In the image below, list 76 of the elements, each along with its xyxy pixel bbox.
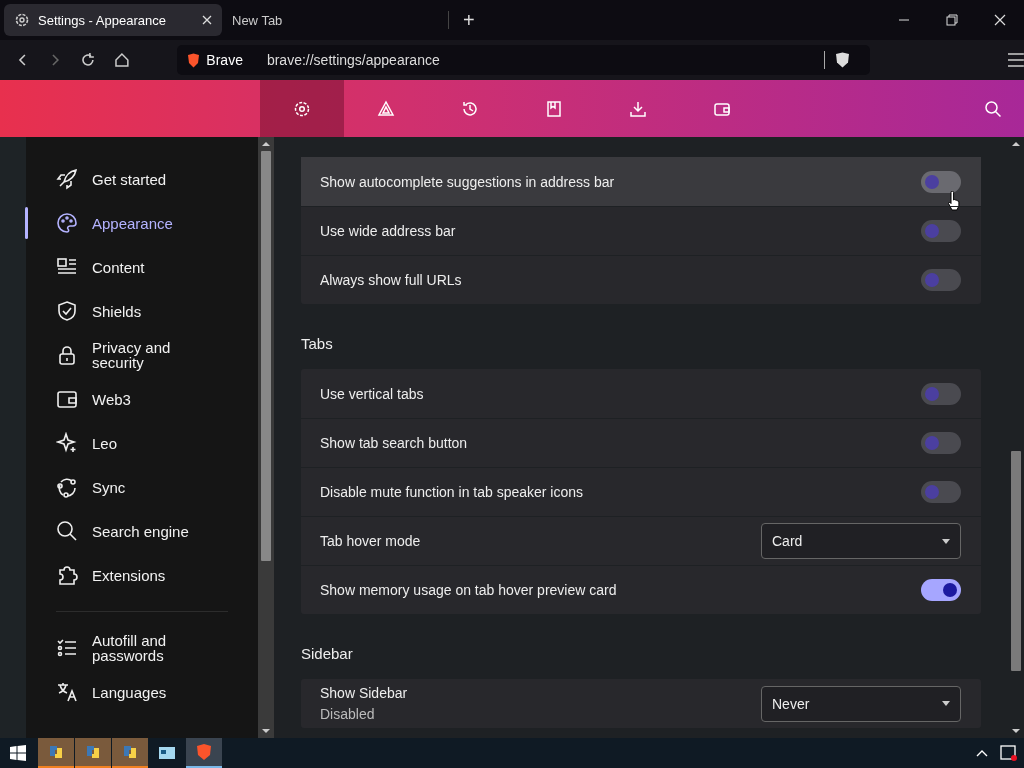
new-tab-button[interactable]: + <box>457 8 481 32</box>
dropdown[interactable]: Card <box>761 523 961 559</box>
setting-label: Show memory usage on tab hover preview card <box>320 582 618 598</box>
scrollbar-thumb[interactable] <box>1011 451 1021 671</box>
sidebar-item[interactable]: Shields <box>26 289 258 333</box>
toggle-switch[interactable] <box>921 579 961 601</box>
settings-row[interactable]: Show tab search button <box>301 418 981 467</box>
search-icon[interactable] <box>984 99 1002 118</box>
section-heading: Sidebar <box>301 645 354 662</box>
wallet-icon <box>56 388 78 410</box>
sidebar-item[interactable]: Languages <box>26 670 258 714</box>
puzzle-icon <box>56 564 78 586</box>
settings-row[interactable]: Disable mute function in tab speaker icons <box>301 467 981 516</box>
caret-icon <box>942 701 950 706</box>
address-bar[interactable]: Brave brave://settings/appearance <box>177 45 871 75</box>
translate-icon <box>56 681 78 703</box>
reload-icon[interactable] <box>79 52 96 68</box>
setting-label: Always show full URLs <box>320 272 463 288</box>
shield-icon[interactable] <box>835 52 851 68</box>
browser-tab[interactable]: New Tab <box>222 4 440 36</box>
setting-label: Use vertical tabs <box>320 385 425 402</box>
settings-row[interactable]: Use vertical tabs <box>301 369 981 418</box>
scrollbar-thumb[interactable] <box>261 151 271 561</box>
sidebar-item[interactable]: Autofill and passwords <box>26 626 258 670</box>
setting-label: Use wide address bar <box>320 223 457 239</box>
sparkle-icon <box>56 432 78 454</box>
section-heading: Tabs <box>301 335 334 352</box>
sidebar-item[interactable]: Web3 <box>26 377 258 421</box>
settings-row[interactable]: Use wide address bar <box>301 206 981 255</box>
windows-icon[interactable] <box>10 745 26 761</box>
toggle-switch[interactable] <box>921 220 961 242</box>
sidebar-item[interactable]: Extensions <box>26 553 258 597</box>
sidebar-item[interactable]: Search engine <box>26 509 258 553</box>
toggle-switch[interactable] <box>921 432 961 454</box>
restore-icon[interactable] <box>946 14 958 26</box>
sync-icon <box>56 476 78 498</box>
sidebar-item[interactable]: Privacy and security <box>26 333 258 377</box>
toggle-switch[interactable] <box>921 170 961 193</box>
settings-row[interactable]: Show Sidebar Disabled Never <box>301 679 981 728</box>
sidebar-item[interactable]: Get started <box>26 157 258 201</box>
browser-tab[interactable]: Settings - Appearance <box>4 4 222 36</box>
gear-icon <box>14 12 30 28</box>
settings-row[interactable]: Always show full URLs <box>301 255 981 304</box>
sidebar-item[interactable]: Sync <box>26 465 258 509</box>
toggle-switch[interactable] <box>921 382 961 405</box>
lock-icon <box>56 344 78 366</box>
setting-label: Tab hover mode <box>320 533 422 549</box>
toggle-switch[interactable] <box>921 269 961 291</box>
setting-label: Show autocomplete suggestions in address bar <box>320 173 616 190</box>
hand-cursor-icon <box>947 191 961 211</box>
close-icon[interactable] <box>994 14 1006 26</box>
palette-icon <box>56 212 78 234</box>
scrollbar[interactable] <box>258 137 274 738</box>
toggle-switch[interactable] <box>921 481 961 503</box>
shield-icon <box>56 300 78 322</box>
notification-icon[interactable] <box>1000 744 1018 762</box>
sidebar-item[interactable]: Content <box>26 245 258 289</box>
caret-icon <box>942 538 950 544</box>
home-icon[interactable] <box>113 52 130 68</box>
setting-label: Show Sidebar <box>320 685 409 701</box>
sidebar-item[interactable]: Appearance <box>26 201 258 245</box>
sidebar-item[interactable]: Leo <box>26 421 258 465</box>
setting-label: Disable mute function in tab speaker icons <box>320 484 585 500</box>
url-text: brave://settings/appearance <box>266 52 440 68</box>
rocket-icon <box>56 168 78 190</box>
setting-description: Disabled <box>320 706 376 722</box>
settings-row[interactable]: Tab hover mode Card <box>301 516 981 565</box>
checklist-icon <box>56 637 78 659</box>
settings-row[interactable]: Show memory usage on tab hover preview card <box>301 565 981 614</box>
close-tab-icon[interactable] <box>202 15 212 25</box>
dropdown[interactable]: Never <box>761 685 961 722</box>
setting-label: Show tab search button <box>320 435 469 451</box>
menu-icon[interactable] <box>1008 53 1024 67</box>
search-icon <box>56 520 78 542</box>
chevron-up-icon[interactable] <box>976 749 988 757</box>
site-label: Brave <box>206 52 243 68</box>
